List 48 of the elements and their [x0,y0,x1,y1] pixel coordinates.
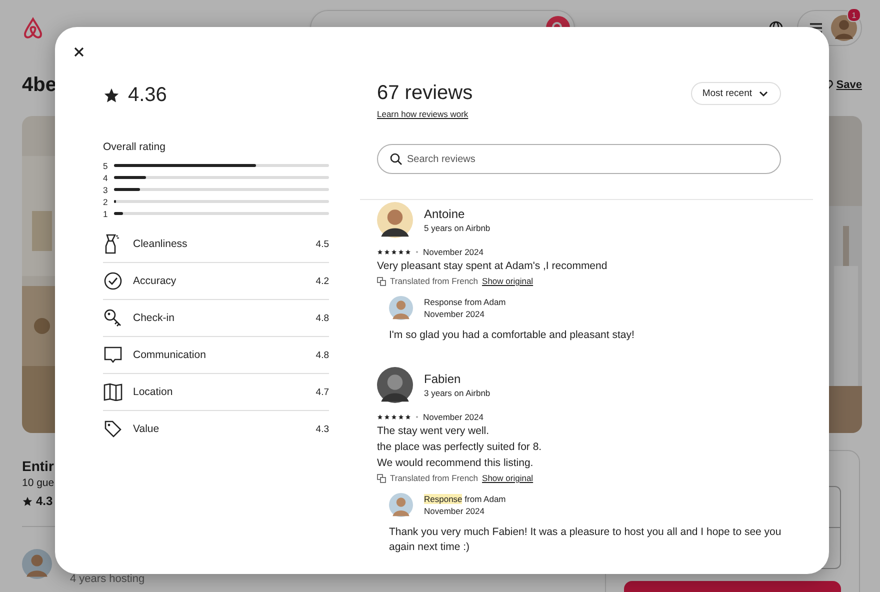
category-name: Location [133,386,174,398]
listing-title: 4be [22,74,56,96]
category-score: 4.8 [316,350,329,360]
category-score: 4.3 [316,424,329,434]
rating-label: 3 [103,184,108,194]
reviewer-name: Fabien [424,372,462,386]
host-tenure: 4 years hosting [70,573,145,585]
category-name: Value [133,423,160,435]
listing-guests: 10 gue [22,477,54,489]
category-name: Communication [133,349,207,361]
response-text: I'm so glad you had a comfortable and pleasant stay! [389,328,636,343]
category-name: Accuracy [133,275,178,287]
overall-score: 4.36 [128,84,167,107]
translation-note: Translated from French [390,473,478,483]
reviewer-name: Antoine [424,207,466,221]
learn-link[interactable]: Learn how reviews work [377,109,473,119]
section-heading: Overall rating [103,141,166,153]
category-score: 4.2 [316,276,329,286]
show-original-link[interactable]: Show original [482,276,534,286]
show-original-link[interactable]: Show original [482,473,534,483]
category-score: 4.5 [316,238,329,250]
response-heading: Response from Adam [424,494,506,504]
review-date: November 2024 [423,247,484,257]
rating-label: 2 [103,196,108,206]
category-score: 4.8 [316,312,329,324]
search-field[interactable]: Search reviews [377,144,781,174]
rating-label: 4 [103,172,108,182]
reviewer-tenure: 5 years on Airbnb [424,223,490,233]
response-date: November 2024 [424,309,486,319]
rating-label: 1 [103,208,108,218]
response-date: November 2024 [424,506,486,516]
review-text: the place was perfectly suited for 8. [377,441,543,454]
review-date: November 2024 [423,412,484,422]
reviews-count-heading: 67 reviews [377,82,473,105]
listing-type: Entir [22,458,54,474]
reviewer-tenure: 3 years on Airbnb [424,388,490,398]
category-name: Check-in [133,312,176,324]
translation-note: Translated from French [390,276,478,286]
sort-dropdown[interactable]: Most recent [691,82,781,105]
review-text: The stay went very well. [377,425,490,438]
notification-badge: 1 [847,8,861,22]
category-score: 4.7 [316,386,329,398]
review-text: We would recommend this listing. [377,457,534,470]
rating-label: 5 [103,160,108,170]
response-heading: Response from Adam [424,297,506,307]
review-text: Very pleasant stay spent at Adam's ,I recommend [377,260,608,273]
response-text: Thank you very much Fabien! It was a pleasure to host you all and I hope to see you again next time :) [389,525,782,555]
category-name: Cleanliness [133,238,188,250]
